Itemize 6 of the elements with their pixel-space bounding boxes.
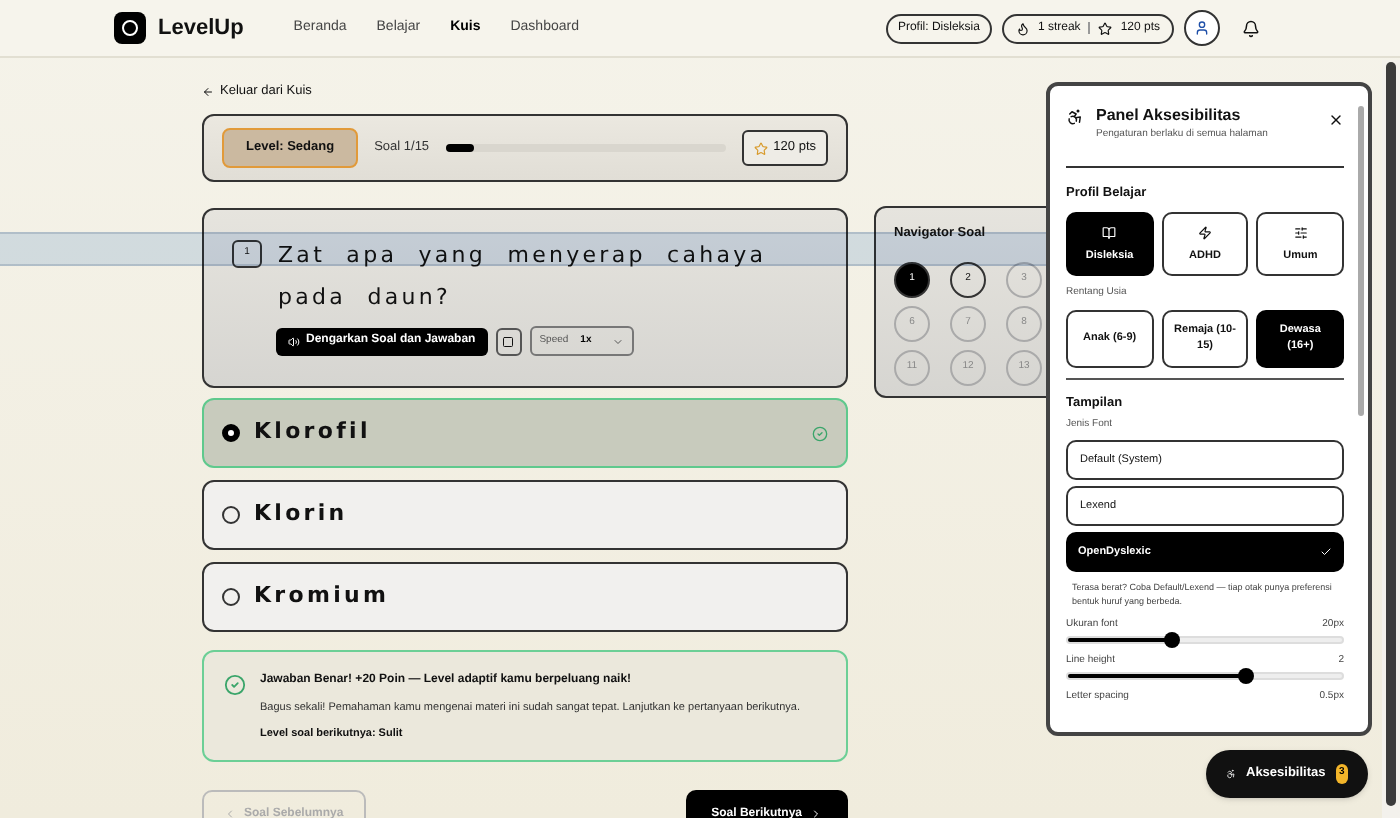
question-text: Zat apa yang menyerap cahaya pada daun? [278, 240, 769, 314]
brand-name: LevelUp [158, 13, 244, 44]
answer-option[interactable]: Klorin [202, 480, 848, 550]
answer-option[interactable]: Klorofil [202, 398, 848, 468]
answer-option[interactable]: Kromium [202, 562, 848, 632]
panel-title: Panel Aksesibilitas [1096, 104, 1243, 128]
